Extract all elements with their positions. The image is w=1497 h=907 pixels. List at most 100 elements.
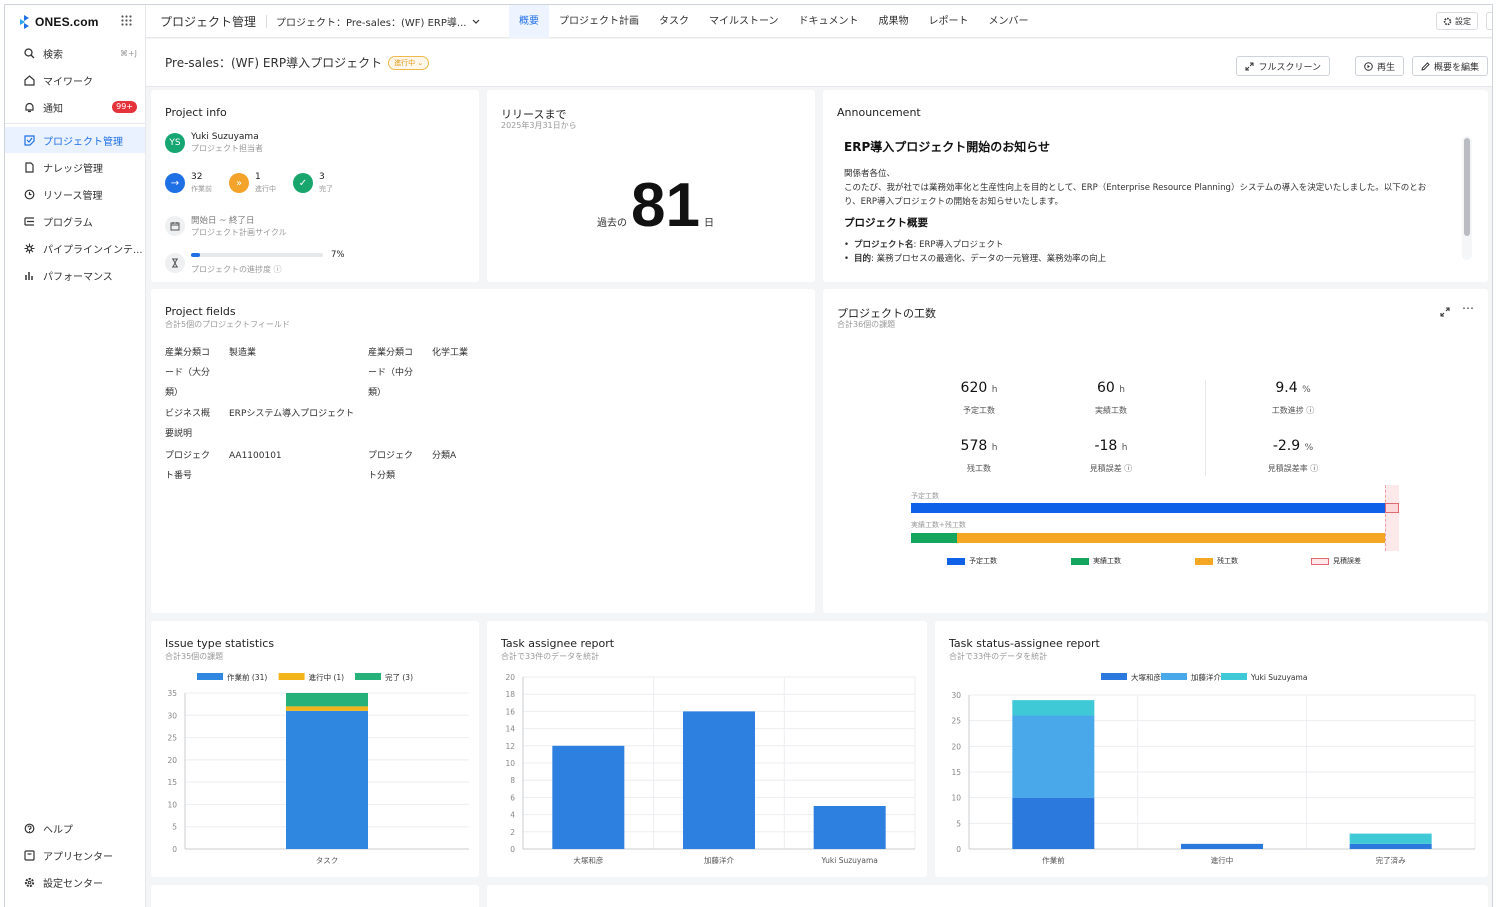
project-progress: 7% プロジェクトの進捗度 ⓘ <box>165 250 345 275</box>
bar[interactable] <box>683 711 755 849</box>
bar-label-planned: 予定工数 <box>911 492 939 500</box>
tab-members[interactable]: メンバー <box>979 5 1039 38</box>
legend-label: 残工数 <box>1217 557 1238 565</box>
tab-milestones[interactable]: マイルストーン <box>699 5 789 38</box>
sidebar-item-my-work[interactable]: マイワーク <box>5 67 145 93</box>
status-badge[interactable]: 進行中 ⌄ <box>388 55 430 70</box>
tab-overview[interactable]: 概要 <box>509 5 549 38</box>
bar-segment[interactable] <box>286 706 368 711</box>
bar-segment[interactable] <box>1349 843 1432 849</box>
estimate-error-bar[interactable] <box>1385 503 1399 513</box>
scrollbar[interactable] <box>1462 136 1472 260</box>
tab-deliverables[interactable]: 成果物 <box>869 5 919 38</box>
project-selector[interactable]: プロジェクト：Pre-sales：(WF) ERP導... <box>276 14 480 29</box>
metric-value: -18 <box>1094 438 1118 454</box>
y-tick-label: 25 <box>951 717 961 726</box>
workload-card: プロジェクトの工数 合計36個の課題 ⋯ 620 h 予定工数 60 h 実績工… <box>823 289 1488 613</box>
stat-done[interactable]: ✓ 3 完了 <box>293 172 357 194</box>
edit-overview-button[interactable]: 概要を編集 <box>1411 56 1488 76</box>
legend-label: 完了 (3) <box>385 672 413 682</box>
stat-todo[interactable]: → 32 作業前 <box>165 172 229 194</box>
sidebar-item-help[interactable]: ヘルプ <box>5 815 145 841</box>
sidebar-item-knowledge[interactable]: ナレッジ管理 <box>5 154 145 180</box>
sidebar-item-notifications[interactable]: 通知 99+ <box>5 94 145 120</box>
fullscreen-button[interactable]: フルスクリーン <box>1236 56 1330 76</box>
field-value[interactable]: ERPシステム導入プロジェクト <box>229 404 354 424</box>
bar-segment[interactable] <box>286 693 368 707</box>
legend-planned[interactable]: 予定工数 <box>947 556 997 566</box>
card-subtitle: 合計で33件のデータを統計 <box>949 652 1048 661</box>
progress-label-text: プロジェクトの進捗度 <box>191 265 271 274</box>
actual-bar[interactable] <box>911 533 957 543</box>
metric-value: 578 <box>960 438 988 454</box>
sidebar-item-resources[interactable]: リソース管理 <box>5 181 145 207</box>
field-value[interactable]: 化学工業 <box>432 343 468 363</box>
field-value[interactable]: 分類A <box>432 446 456 466</box>
sidebar-item-settings-center[interactable]: 設定センター <box>5 869 145 895</box>
tab-tasks[interactable]: タスク <box>649 5 699 38</box>
list-key: プロジェクト名 <box>854 240 914 250</box>
planned-bar[interactable] <box>911 503 1387 513</box>
bar[interactable] <box>813 806 886 849</box>
issue-type-card: Issue type statistics 合計35個の課題 作業前 (31) 進… <box>151 621 479 877</box>
sidebar-item-app-center[interactable]: アプリセンター <box>5 842 145 868</box>
bar-segment[interactable] <box>1349 833 1432 844</box>
bar-segment[interactable] <box>1012 797 1095 849</box>
hourglass-icon <box>165 252 185 273</box>
legend-actual[interactable]: 実績工数 <box>1071 556 1121 566</box>
metric-unit: h <box>1121 443 1128 453</box>
bar-segment[interactable] <box>1012 715 1095 798</box>
expand-icon <box>1245 62 1254 70</box>
legend-swatch <box>1101 673 1127 680</box>
chevron-down-icon <box>473 19 480 24</box>
days-remaining: 過去の 81 日 <box>597 175 714 237</box>
y-tick-label: 0 <box>956 845 961 854</box>
y-tick-label: 5 <box>172 823 177 832</box>
collapse-button[interactable] <box>1486 12 1492 30</box>
metric-progress: 9.4 % <box>1233 380 1353 396</box>
page-header: Pre-sales：(WF) ERP導入プロジェクト 進行中 ⌄ フルスクリーン… <box>146 39 1492 87</box>
tab-documents[interactable]: ドキュメント <box>789 5 869 38</box>
legend-estimate-error[interactable]: 見積誤差 <box>1311 556 1361 566</box>
field-value[interactable]: AA1100101 <box>229 446 282 466</box>
days-suffix: 日 <box>703 218 714 229</box>
metric-planned: 620 h <box>919 380 1039 396</box>
project-settings-button[interactable]: 設定 <box>1436 12 1478 30</box>
sidebar-item-label: パイプラインインテ... <box>43 244 143 256</box>
sidebar-search[interactable]: 検索 ⌘+J <box>5 40 145 66</box>
document-icon <box>23 161 35 173</box>
tab-reports[interactable]: レポート <box>919 5 979 38</box>
bar-segment[interactable] <box>1181 843 1263 849</box>
sidebar-item-label: ナレッジ管理 <box>43 163 103 175</box>
days-value: 81 <box>631 171 700 240</box>
scrollbar-thumb[interactable] <box>1464 138 1470 236</box>
bar-segment[interactable] <box>286 710 368 849</box>
stat-label: 完了 <box>319 185 333 193</box>
play-button[interactable]: 再生 <box>1354 56 1404 76</box>
expand-icon[interactable] <box>1440 307 1450 317</box>
more-icon[interactable]: ⋯ <box>1462 301 1474 315</box>
bar[interactable] <box>552 745 625 849</box>
y-tick-label: 2 <box>510 828 515 837</box>
bar-segment[interactable] <box>1012 700 1095 716</box>
remaining-bar[interactable] <box>957 533 1399 543</box>
legend-swatch <box>1221 673 1247 680</box>
sidebar-item-pipeline[interactable]: パイプラインインテ... <box>5 235 145 261</box>
search-label: 検索 <box>43 49 63 61</box>
app-grid-icon[interactable] <box>121 15 132 26</box>
play-label: 再生 <box>1376 62 1395 73</box>
task-status-assignee-card: Task status-assignee report 合計で33件のデータを統… <box>935 621 1488 877</box>
tab-project-plan[interactable]: プロジェクト計画 <box>549 5 649 38</box>
ones-logo[interactable]: ONES.com <box>18 13 99 31</box>
sidebar-item-project-management[interactable]: プロジェクト管理 <box>5 127 145 153</box>
stat-in-progress[interactable]: » 1 進行中 <box>229 172 293 194</box>
progress-fill <box>191 253 201 257</box>
calendar-icon <box>165 215 185 236</box>
sidebar-item-performance[interactable]: パフォーマンス <box>5 262 145 288</box>
metric-unit: % <box>1302 385 1311 395</box>
project-dates[interactable]: 開始日 ~ 終了日 プロジェクト計画サイクル <box>165 213 287 238</box>
field-value[interactable]: 製造業 <box>229 343 256 363</box>
legend-remaining[interactable]: 残工数 <box>1195 556 1238 566</box>
sidebar-item-program[interactable]: プログラム <box>5 208 145 234</box>
y-tick-label: 20 <box>951 742 961 751</box>
